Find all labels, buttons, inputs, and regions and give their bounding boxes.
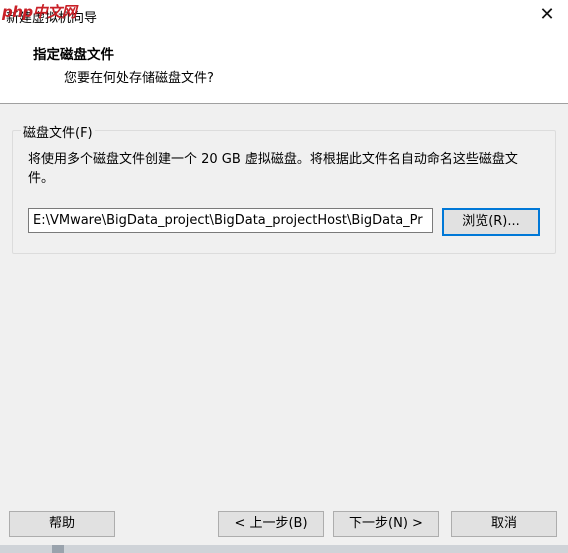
page-title: 指定磁盘文件: [33, 47, 114, 63]
wizard-content: 磁盘文件(F) 将使用多个磁盘文件创建一个 20 GB 虚拟磁盘。将根据此文件名…: [0, 105, 568, 500]
bottom-edge: [0, 545, 568, 553]
page-subtitle: 您要在何处存储磁盘文件?: [64, 71, 214, 86]
group-description: 将使用多个磁盘文件创建一个 20 GB 虚拟磁盘。将根据此文件名自动命名这些磁盘…: [28, 152, 518, 186]
group-legend: 磁盘文件(F): [21, 122, 95, 141]
title-bar: 新建虚拟机向导 php中文网 ✕: [0, 0, 568, 32]
back-button[interactable]: < 上一步(B): [218, 511, 324, 537]
wizard-header: 指定磁盘文件 您要在何处存储磁盘文件?: [0, 32, 568, 104]
close-icon[interactable]: ✕: [536, 4, 558, 26]
next-button[interactable]: 下一步(N) >: [333, 511, 439, 537]
disk-path-input[interactable]: E:\VMware\BigData_project\BigData_projec…: [28, 208, 433, 233]
browse-button[interactable]: 浏览(R)...: [442, 208, 540, 236]
disk-file-group: 磁盘文件(F) 将使用多个磁盘文件创建一个 20 GB 虚拟磁盘。将根据此文件名…: [12, 122, 556, 254]
edge-marker: [52, 545, 64, 553]
watermark-logo: php中文网: [2, 3, 77, 21]
help-button[interactable]: 帮助: [9, 511, 115, 537]
cancel-button[interactable]: 取消: [451, 511, 557, 537]
